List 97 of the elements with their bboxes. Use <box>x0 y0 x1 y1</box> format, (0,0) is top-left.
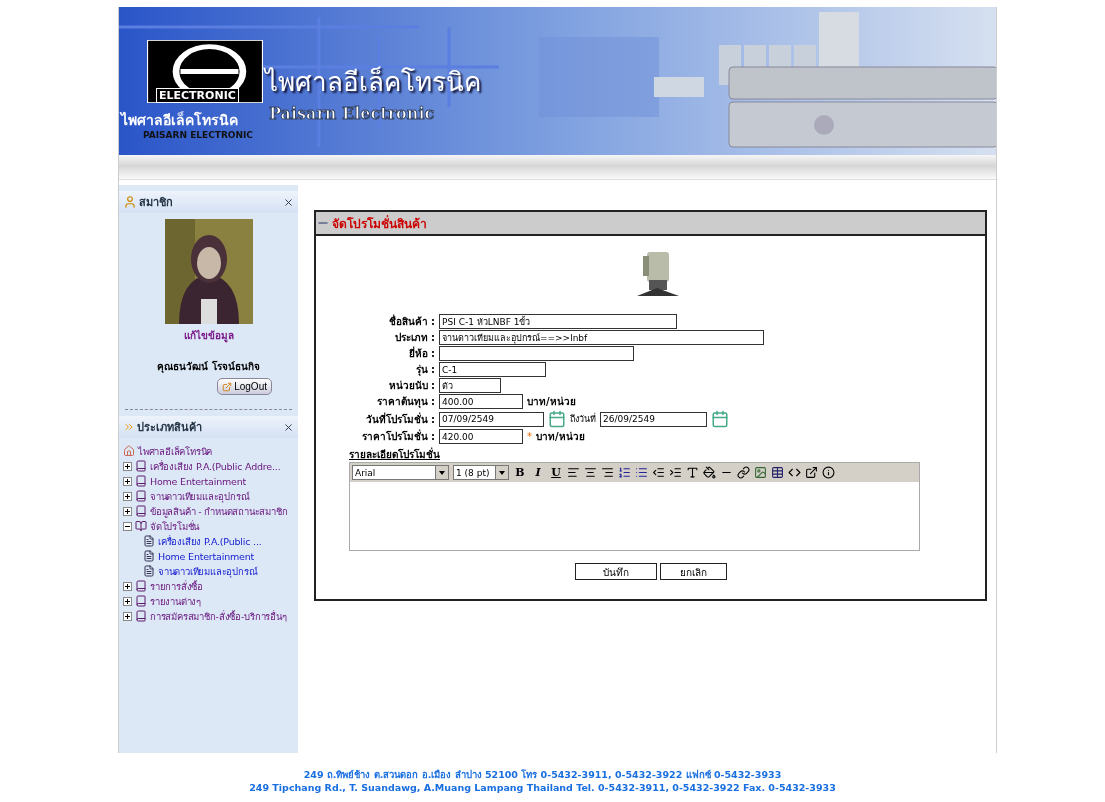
tree-item[interactable]: จานดาวเทียมและอุปกรณ์ <box>150 488 250 504</box>
field-label: ราคาโปรโมชั่น : <box>360 429 435 444</box>
unit-label: บาท/หน่วย <box>527 395 576 409</box>
exit-icon <box>222 381 233 392</box>
size-select[interactable]: 1 (8 pt) <box>453 465 509 480</box>
info-icon[interactable] <box>822 466 835 479</box>
book-icon <box>135 490 147 502</box>
box-title: ประเภทสินค้า <box>137 420 203 436</box>
logo-caption: PAISARN ELECTRONIC <box>143 131 253 140</box>
input-field[interactable] <box>439 346 634 361</box>
book-icon <box>135 580 147 592</box>
book-icon <box>135 505 147 517</box>
indent-icon[interactable] <box>669 466 682 479</box>
calendar-icon[interactable] <box>711 410 729 428</box>
popout-icon[interactable] <box>805 466 818 479</box>
input-field[interactable]: 07/09/2549 <box>439 411 544 427</box>
form-button[interactable]: บันทึก <box>574 563 657 580</box>
required-mark: * <box>527 431 532 442</box>
input-field[interactable]: 26/09/2549 <box>600 411 707 427</box>
tree-item[interactable]: การสมัครสมาชิก-สั่งซื้อ-บริการอื่นๆ <box>150 608 287 624</box>
tree-item[interactable]: จัดโปรโมชั่น <box>150 518 200 534</box>
outdent-icon[interactable] <box>652 466 665 479</box>
close-icon[interactable] <box>283 421 294 433</box>
input-field[interactable]: จานดาวเทียมและอุปกรณ์==>>lnbf <box>439 330 764 345</box>
field-label: ถึงวันที่ <box>570 412 596 426</box>
tree-item[interactable]: Home Entertainment <box>150 475 247 487</box>
table-icon[interactable] <box>771 466 784 479</box>
tree-item[interactable]: ข้อมูลสินค้า - กำหนดสถานะสมาชิก <box>150 503 288 519</box>
close-icon[interactable] <box>283 196 294 208</box>
expand-icon[interactable] <box>123 581 132 591</box>
input-field[interactable]: ตัว <box>439 378 501 393</box>
book-icon <box>135 610 147 622</box>
underline-button[interactable]: U <box>549 466 563 479</box>
italic-button[interactable]: I <box>531 466 545 479</box>
book-icon <box>135 460 147 472</box>
field-label: หน่วยนับ : <box>387 379 435 393</box>
document-icon <box>143 565 155 577</box>
calendar-icon[interactable] <box>548 410 566 428</box>
field-label: วันที่โปรโมชั่น : <box>364 411 435 427</box>
font-select[interactable]: Arial <box>352 465 449 480</box>
text-color-icon[interactable] <box>686 466 699 479</box>
expand-icon[interactable] <box>123 506 132 516</box>
tree-item[interactable]: เครื่องเสียง P.A.(Public ... <box>158 533 262 549</box>
footer-address: 249 ถ.ทิพย์ช้าง ต.สวนดอก อ.เมือง ลำปาง 52100 โทร 0-5432-3911, 0-5432-3922 แฟกซ์ 0-5432-3933 <box>303 768 782 782</box>
input-field[interactable]: PSI C-1 หัวLNBF 1ขั้ว <box>439 314 677 329</box>
book-icon <box>135 520 147 532</box>
bold-button[interactable]: B <box>513 466 527 479</box>
user-name: คุณธนวัฒน์ โรจน์ธนกิจ <box>157 360 260 374</box>
expand-icon[interactable] <box>123 611 132 621</box>
expand-icon[interactable] <box>123 461 132 471</box>
tree-item[interactable]: เครื่องเสียง P.A.(Public Addre... <box>150 458 281 474</box>
details-label: รายละเอียดโปรโมชั่น <box>349 447 441 462</box>
fill-color-icon[interactable] <box>703 466 716 479</box>
collapse-icon[interactable] <box>123 521 132 531</box>
field-label: รุ่น : <box>414 363 435 377</box>
input-field[interactable]: 420.00 <box>439 429 523 444</box>
field-label: ยี่ห้อ : <box>407 346 435 361</box>
home-icon <box>123 445 135 457</box>
panel-title: จัดโปรโมชั่นสินค้า <box>332 214 427 233</box>
align-right-icon[interactable] <box>601 466 614 479</box>
field-label: ราคาต้นทุน : <box>375 395 435 409</box>
field-label: ชื่อสินค้า : <box>387 314 435 329</box>
form-button[interactable]: ยกเลิก <box>659 563 727 580</box>
book-icon <box>135 475 147 487</box>
logo-badge: ELECTRONIC <box>156 88 239 103</box>
user-icon <box>123 195 137 209</box>
align-center-icon[interactable] <box>584 466 597 479</box>
tree-item[interactable]: Home Entertainment <box>158 550 255 562</box>
tree-item[interactable]: จานดาวเทียมและอุปกรณ์ <box>158 563 258 579</box>
align-left-icon[interactable] <box>567 466 580 479</box>
document-icon <box>143 550 155 562</box>
footer-address: 249 Tipchang Rd., T. Suandawg, A.Muang Lampang Thailand Tel. 0-5432-3911, 0-5432-3922 Fax. 0-5432-3933 <box>249 782 836 793</box>
expand-icon[interactable] <box>123 596 132 606</box>
logout-button[interactable]: LogOut <box>217 378 272 395</box>
document-icon <box>143 535 155 547</box>
input-field[interactable]: C-1 <box>439 362 546 377</box>
expand-icon[interactable] <box>123 491 132 501</box>
unit-label: บาท/หน่วย <box>536 430 585 444</box>
tree-item[interactable]: ไพศาลอีเล็คโทรนิค <box>138 443 213 459</box>
field-label: ประเภท : <box>393 331 435 345</box>
code-icon[interactable] <box>788 466 801 479</box>
bullet-list-icon[interactable] <box>635 466 648 479</box>
dropdown-arrow-icon[interactable] <box>499 470 505 475</box>
dropdown-arrow-icon[interactable] <box>439 470 445 475</box>
box-title: สมาชิก <box>139 195 174 211</box>
logo-text: ไพศาลอีเล็คโทรนิค <box>121 113 238 127</box>
book-icon <box>135 595 147 607</box>
chevron-icon <box>123 421 135 433</box>
tree-item[interactable]: รายงานต่างๆ <box>150 593 201 609</box>
expand-icon[interactable] <box>123 476 132 486</box>
tree-item[interactable]: รายการสั่งซื้อ <box>150 578 203 594</box>
input-field[interactable]: 400.00 <box>439 394 523 409</box>
image-icon[interactable] <box>754 466 767 479</box>
site-subtitle: Paisarn Electronic <box>269 106 435 122</box>
link-icon[interactable] <box>737 466 750 479</box>
numbered-list-icon[interactable] <box>618 466 631 479</box>
edit-profile-link[interactable]: แก้ไขข้อมูล <box>183 328 234 343</box>
